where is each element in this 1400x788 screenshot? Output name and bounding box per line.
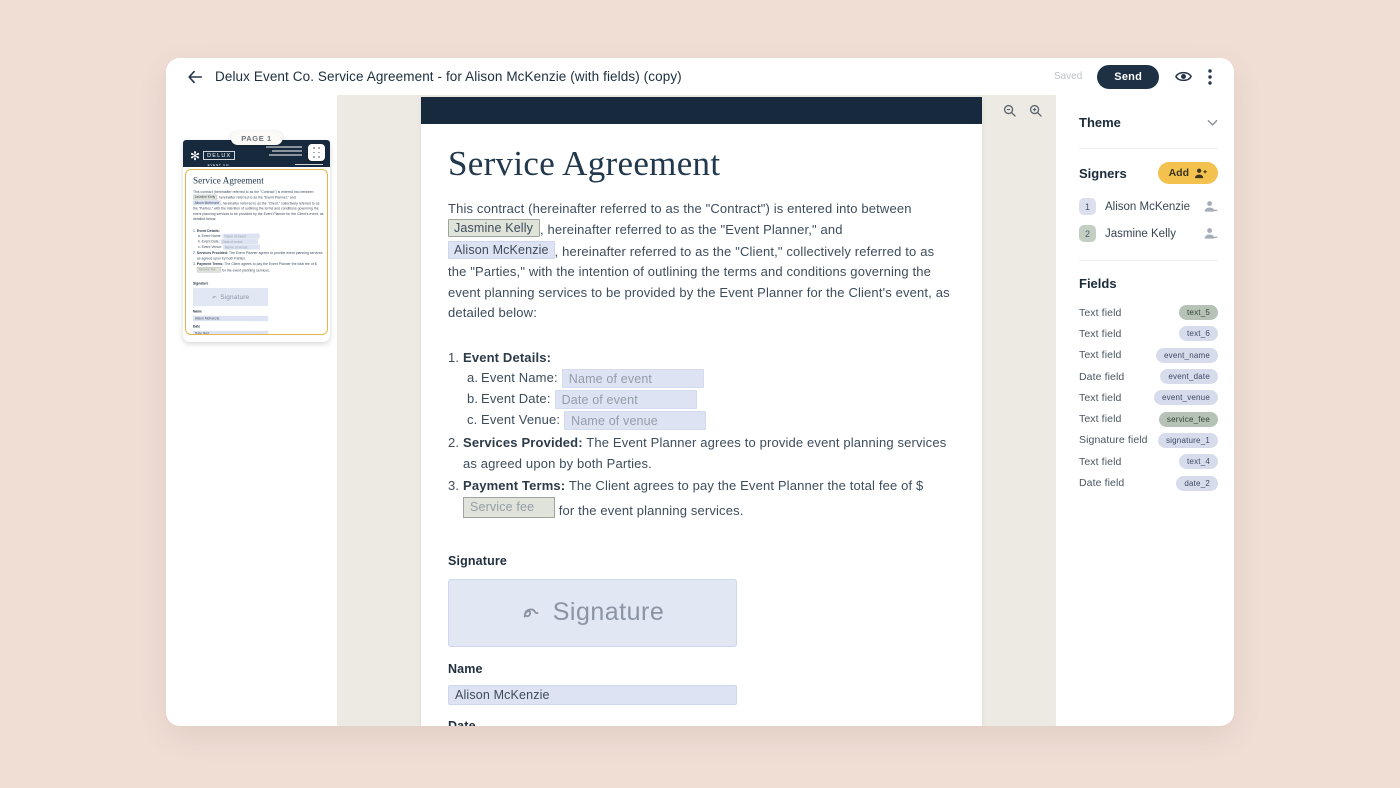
name-field[interactable]: Alison McKenzie xyxy=(448,685,737,705)
thumbnail-contact-lines xyxy=(266,146,302,156)
signature-section: Signature Signature Name Alison McKenzie… xyxy=(448,551,951,726)
date-label: Date xyxy=(448,716,951,726)
add-signer-button[interactable]: Add xyxy=(1158,162,1218,184)
field-id-badge[interactable]: event_name xyxy=(1156,348,1218,363)
divider xyxy=(1079,260,1218,261)
field-row[interactable]: Text field service_fee xyxy=(1079,408,1218,429)
back-icon[interactable] xyxy=(186,68,204,86)
service-fee-field[interactable]: Service fee xyxy=(463,497,555,518)
field-id-badge[interactable]: event_venue xyxy=(1154,390,1218,405)
event-date-row: b. Event Date: Date of event xyxy=(467,389,951,410)
thumbnail-url-line xyxy=(295,164,323,166)
document-heading: Service Agreement xyxy=(448,154,951,175)
field-id-badge[interactable]: text_6 xyxy=(1179,326,1218,341)
signer-order-badge: 1 xyxy=(1079,198,1096,215)
zoom-in-icon[interactable] xyxy=(1029,104,1042,117)
event-venue-field[interactable]: Name of venue xyxy=(564,411,706,430)
signature-field[interactable]: Signature xyxy=(448,579,737,647)
drag-handle-icon[interactable] xyxy=(308,144,325,161)
person-plus-icon xyxy=(1194,168,1207,179)
top-bar: Delux Event Co. Service Agreement - for … xyxy=(166,58,1234,95)
signature-label: Signature xyxy=(448,551,951,572)
event-name-row: a. Event Name: Name of event xyxy=(467,368,951,389)
signer-order-badge: 2 xyxy=(1079,225,1096,242)
field-row[interactable]: Date field date_2 xyxy=(1079,472,1218,493)
signer-row-jasmine[interactable]: 2 Jasmine Kelly xyxy=(1079,220,1218,247)
zoom-out-icon[interactable] xyxy=(1003,104,1016,117)
theme-label: Theme xyxy=(1079,115,1121,130)
client-name-field[interactable]: Alison McKenzie xyxy=(448,241,555,259)
divider xyxy=(1079,148,1218,149)
field-row[interactable]: Signature field signature_1 xyxy=(1079,430,1218,451)
contract-intro-paragraph: This contract (hereinafter referred to a… xyxy=(448,199,951,324)
field-row[interactable]: Text field text_5 xyxy=(1079,302,1218,323)
fields-heading: Fields xyxy=(1079,276,1218,291)
signer-row-alison[interactable]: 1 Alison McKenzie xyxy=(1079,193,1218,220)
thumbnail-logo-text: DELUX xyxy=(203,151,235,160)
theme-section-toggle[interactable]: Theme xyxy=(1079,109,1218,148)
event-date-field[interactable]: Date of event xyxy=(555,390,697,409)
field-id-badge[interactable]: signature_1 xyxy=(1158,433,1218,448)
field-id-badge[interactable]: text_4 xyxy=(1179,454,1218,469)
page-1-label: PAGE 1 xyxy=(230,131,283,145)
field-row[interactable]: Text field text_4 xyxy=(1079,451,1218,472)
name-label: Name xyxy=(448,659,951,680)
document-canvas: Service Agreement This contract (hereina… xyxy=(337,95,1055,726)
preview-eye-icon[interactable] xyxy=(1174,67,1193,86)
list-item-event-details: 1. Event Details: xyxy=(448,348,951,369)
field-row[interactable]: Date field event_date xyxy=(1079,366,1218,387)
page-1-thumbnail[interactable]: PAGE 1 ✻ DELUX EVENT CO. xyxy=(183,140,330,342)
field-row[interactable]: Text field text_6 xyxy=(1079,323,1218,344)
signature-squiggle-icon xyxy=(521,602,543,624)
remove-signer-icon[interactable] xyxy=(1203,227,1218,240)
list-item-payment-terms: 3. Payment Terms: The Client agrees to p… xyxy=(448,476,951,521)
field-id-badge[interactable]: service_fee xyxy=(1159,412,1218,427)
field-id-badge[interactable]: event_date xyxy=(1160,369,1218,384)
zoom-controls xyxy=(1003,104,1042,117)
app-window: Delux Event Co. Service Agreement - for … xyxy=(166,58,1234,726)
field-row[interactable]: Text field event_name xyxy=(1079,345,1218,366)
signers-heading: Signers xyxy=(1079,166,1127,181)
event-venue-row: c. Event Venue: Name of venue xyxy=(467,410,951,431)
event-name-field[interactable]: Name of event xyxy=(562,369,704,388)
pages-panel: PAGE 1 ✻ DELUX EVENT CO. xyxy=(166,95,337,726)
list-item-services-provided: 2. Services Provided: The Event Planner … xyxy=(448,433,951,474)
thumbnail-page-content: Service Agreement This contract (hereina… xyxy=(186,170,328,335)
settings-panel: Theme Signers Add 1 Alison McKenzie xyxy=(1055,95,1234,726)
document-title: Delux Event Co. Service Agreement - for … xyxy=(215,69,682,84)
thumbnail-selected-block: Service Agreement This contract (hereina… xyxy=(185,169,328,335)
chevron-down-icon[interactable] xyxy=(1207,119,1218,127)
document-header-band xyxy=(421,97,982,124)
field-id-badge[interactable]: text_5 xyxy=(1179,305,1218,320)
saved-status: Saved xyxy=(1054,71,1082,82)
send-button[interactable]: Send xyxy=(1097,65,1159,89)
snowflake-logo-icon: ✻ xyxy=(190,150,200,162)
field-id-badge[interactable]: date_2 xyxy=(1176,476,1218,491)
kebab-menu-icon[interactable] xyxy=(1208,69,1212,85)
field-row[interactable]: Text field event_venue xyxy=(1079,387,1218,408)
thumbnail-logo: ✻ DELUX EVENT CO. xyxy=(190,144,235,167)
remove-signer-icon[interactable] xyxy=(1203,200,1218,213)
planner-name-field[interactable]: Jasmine Kelly xyxy=(448,219,540,237)
document-page: Service Agreement This contract (hereina… xyxy=(421,97,982,726)
thumbnail-logo-subtext: EVENT CO. xyxy=(203,163,235,167)
